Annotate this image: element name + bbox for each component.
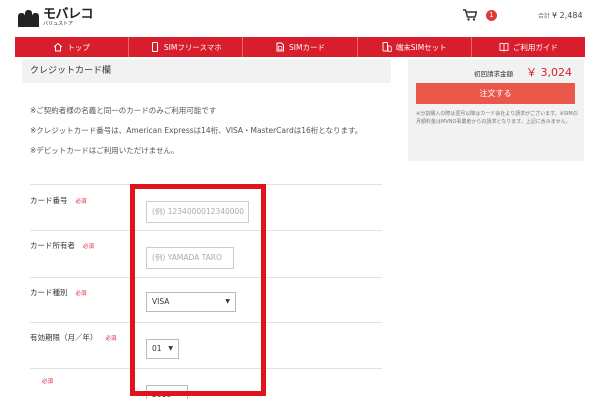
logo-mark-icon xyxy=(18,9,40,27)
main-nav: トップ SIMフリースマホ SIMカード 端末SIMセット ご利用ガイド xyxy=(15,37,585,57)
highlight-box xyxy=(130,184,266,396)
nav-item-label: トップ xyxy=(67,42,90,52)
card-type-label: カード種別 必須 xyxy=(30,287,87,298)
logo-name: モバレコ xyxy=(43,7,94,22)
header: モバレコ バリュストア 1 合計 ¥ 2,484 xyxy=(0,0,600,36)
cart-total: 合計 ¥ 2,484 xyxy=(538,11,583,20)
security-code-label: 必須 xyxy=(30,376,53,385)
note-item: ※クレジットカード番号は、American Expressは14桁、VISA・M… xyxy=(30,126,363,135)
required-badge: 必須 xyxy=(83,244,95,250)
logo-sub: バリュストア xyxy=(43,21,74,27)
card-number-label-text: カード番号 xyxy=(30,196,68,205)
card-notes: ※ご契約者様の名義と同一のカードのみご利用可能です ※クレジットカード番号は、A… xyxy=(30,105,390,165)
summary-label: 初回請求金額 xyxy=(474,70,513,78)
order-summary: 初回請求金額 ￥ 3,024 注文する ※分割購入の際は翌月以降はカード会社より… xyxy=(408,59,584,161)
cart-total-value: ¥ 2,484 xyxy=(552,11,583,20)
card-holder-label-text: カード所有者 xyxy=(30,241,75,250)
cart-total-label: 合計 xyxy=(538,13,551,20)
card-type-label-text: カード種別 xyxy=(30,288,68,297)
required-badge: 必須 xyxy=(75,291,87,297)
nav-item-sim-free[interactable]: SIMフリースマホ xyxy=(129,37,244,57)
nav-item-label: SIMフリースマホ xyxy=(163,42,222,52)
nav-item-sim-card[interactable]: SIMカード xyxy=(243,37,358,57)
nav-item-label: SIMカード xyxy=(289,42,325,52)
required-badge: 必須 xyxy=(42,379,54,385)
logo[interactable]: モバレコ バリュストア xyxy=(18,7,94,27)
expiry-label: 有効期限（月／年） 必須 xyxy=(30,332,117,343)
section-title: クレジットカード欄 xyxy=(22,59,391,83)
cart-icon[interactable] xyxy=(463,9,477,21)
home-icon xyxy=(54,42,63,52)
note-item: ※ご契約者様の名義と同一のカードのみご利用可能です xyxy=(30,106,217,115)
card-holder-label: カード所有者 必須 xyxy=(30,240,94,251)
smartphone-icon xyxy=(151,42,158,52)
nav-item-top[interactable]: トップ xyxy=(15,37,130,57)
required-badge: 必須 xyxy=(105,336,117,342)
cart-count-badge: 1 xyxy=(486,10,497,21)
book-icon xyxy=(499,42,509,52)
note-item: ※デビットカードはご利用いただけません。 xyxy=(30,146,179,155)
summary-amount: ￥ 3,024 xyxy=(526,66,572,79)
phone-sim-set-icon xyxy=(382,42,392,52)
sim-card-icon xyxy=(276,42,285,52)
nav-item-label: ご利用ガイド xyxy=(512,42,558,52)
expiry-label-text: 有効期限（月／年） xyxy=(30,333,98,342)
required-badge: 必須 xyxy=(75,199,87,205)
nav-item-label: 端末SIMセット xyxy=(395,42,447,52)
order-button[interactable]: 注文する xyxy=(416,83,575,104)
summary-note: ※分割購入の際は翌月以降はカード会社より請求がございます。※SIMの月額料金はM… xyxy=(416,111,578,125)
card-number-label: カード番号 必須 xyxy=(30,195,87,206)
nav-item-guide[interactable]: ご利用ガイド xyxy=(472,37,585,57)
nav-item-device-sim-set[interactable]: 端末SIMセット xyxy=(358,37,472,57)
